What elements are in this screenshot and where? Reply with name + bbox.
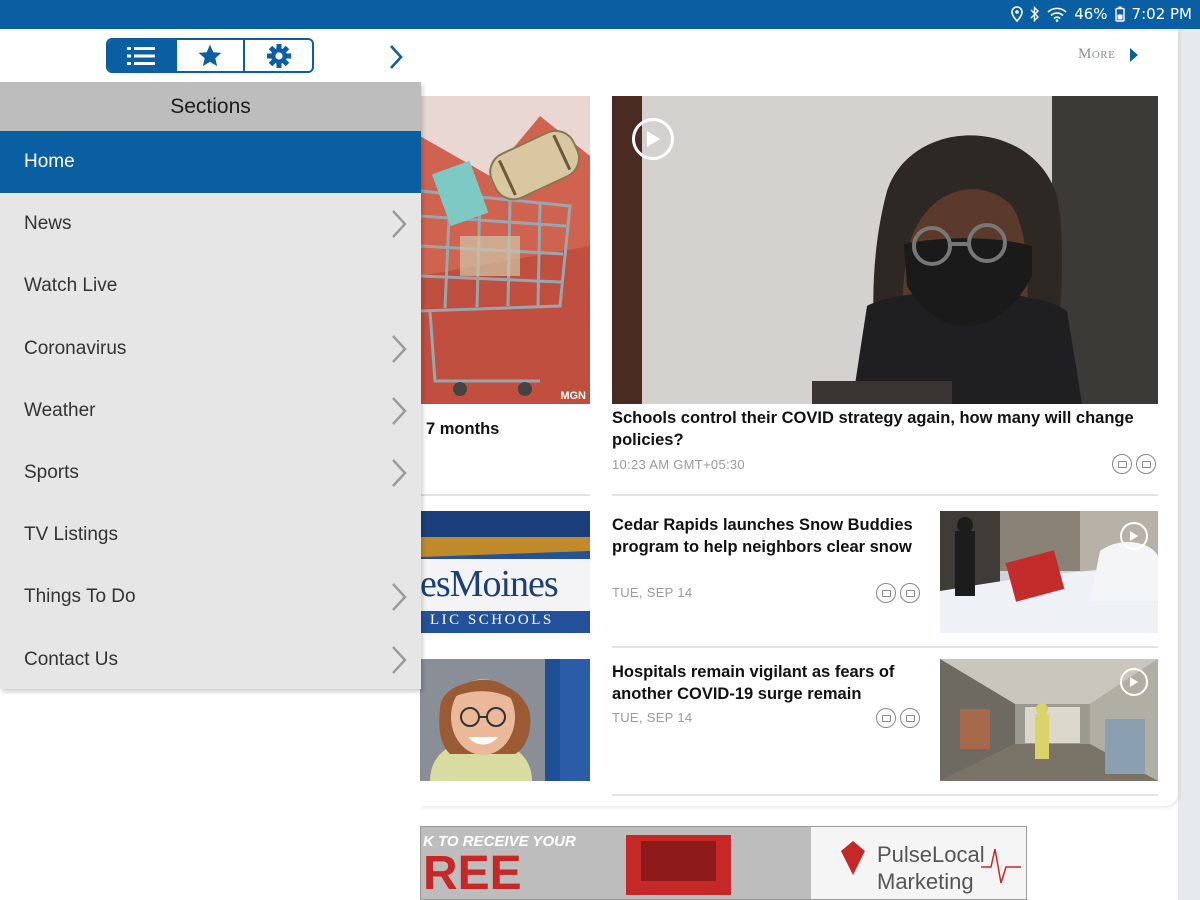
play-video-icon[interactable]: [1120, 522, 1148, 550]
logo-line-2: LIC SCHOOLS: [430, 612, 554, 628]
story-image-shopping-cart[interactable]: MGN: [420, 96, 590, 404]
list-icon: [127, 46, 156, 65]
sidebar-item-coronavirus[interactable]: Coronavirus: [0, 318, 421, 380]
ad-brand-line-2: Marketing: [877, 869, 974, 894]
more-button[interactable]: More: [1078, 46, 1139, 63]
divider: [612, 494, 1158, 496]
chevron-right-icon: [392, 210, 407, 239]
shopping-cart-illustration: [420, 96, 590, 404]
sidebar-item-label: Things To Do: [24, 586, 136, 608]
story-timestamp: TUE, SEP 14: [612, 585, 693, 600]
close-drawer-button[interactable]: [385, 42, 407, 72]
more-label: More: [1078, 46, 1116, 62]
chevron-right-icon: [392, 583, 407, 612]
sections-list-button[interactable]: [108, 40, 175, 71]
portrait-photo: [420, 659, 590, 781]
featured-story-timestamp: 10:23 AM GMT+05:30: [612, 457, 745, 472]
ad-big-word: REE: [423, 847, 522, 900]
gear-icon: [266, 43, 291, 68]
location-icon: [1011, 6, 1024, 22]
sections-drawer: Sections Home News Watch Live Coronaviru…: [0, 82, 421, 689]
star-icon: [198, 44, 222, 66]
sidebar-item-home[interactable]: Home: [0, 131, 421, 194]
sidebar-item-watch-live[interactable]: Watch Live: [0, 255, 421, 317]
story-badges: [876, 583, 920, 603]
ad-brand-line-1: PulseLocal: [877, 842, 985, 867]
sidebar-item-label: Sports: [24, 462, 79, 484]
photo-badge-icon: [1136, 454, 1156, 474]
sidebar-item-label: Watch Live: [24, 275, 118, 297]
chevron-right-icon: [392, 396, 407, 425]
play-video-icon[interactable]: [632, 118, 674, 160]
video-badge-icon: [1112, 454, 1132, 474]
sidebar-item-sports[interactable]: Sports: [0, 442, 421, 504]
divider: [612, 794, 1158, 796]
sidebar-item-contact-us[interactable]: Contact Us: [0, 629, 421, 691]
view-mode-segmented-control: [106, 38, 314, 73]
sidebar-item-news[interactable]: News: [0, 193, 421, 255]
sidebar-item-label: Home: [24, 151, 75, 173]
story-thumbnail-hospital[interactable]: [940, 659, 1158, 781]
story-title-snow-buddies[interactable]: Cedar Rapids launches Snow Buddies progr…: [612, 514, 922, 558]
logo-line-1: esMoines: [420, 563, 559, 605]
featured-story-badges: [1112, 454, 1156, 474]
story-title-hospitals[interactable]: Hospitals remain vigilant as fears of an…: [612, 661, 922, 705]
image-watermark: MGN: [560, 390, 586, 402]
clock: 7:02 PM: [1131, 5, 1192, 23]
battery-icon: [1114, 6, 1125, 22]
advertisement-banner[interactable]: K TO RECEIVE YOUR REE PulseLocal Marketi…: [420, 826, 1027, 900]
drawer-title: Sections: [0, 82, 421, 131]
battery-percent: 46%: [1074, 5, 1108, 23]
sidebar-item-label: Coronavirus: [24, 337, 127, 359]
status-indicators: 46% 7:02 PM: [1011, 5, 1192, 23]
play-video-icon[interactable]: [1120, 668, 1148, 696]
featured-photo: [612, 96, 1158, 404]
right-rail: [1178, 29, 1200, 900]
chevron-right-icon: [390, 45, 403, 69]
divider: [420, 494, 590, 496]
status-bar: 46% 7:02 PM: [0, 0, 1200, 29]
app-screen: 46% 7:02 PM More MGN 7 months Schools co…: [0, 0, 1200, 900]
featured-story-title[interactable]: Schools control their COVID strategy aga…: [612, 407, 1158, 451]
story-thumbnail-snow[interactable]: [940, 511, 1158, 633]
photo-badge-icon: [900, 583, 920, 603]
sidebar-item-label: Contact Us: [24, 648, 118, 670]
photo-badge-icon: [900, 708, 920, 728]
video-badge-icon: [876, 708, 896, 728]
triangle-right-icon: [1130, 47, 1139, 62]
story-image-des-moines-schools[interactable]: esMoines LIC SCHOOLS: [420, 511, 590, 633]
bluetooth-icon: [1030, 6, 1040, 22]
favorites-button[interactable]: [174, 40, 244, 71]
featured-story-image[interactable]: [612, 96, 1158, 404]
chevron-right-icon: [392, 459, 407, 487]
wifi-icon: [1047, 7, 1067, 22]
video-badge-icon: [876, 583, 896, 603]
settings-button[interactable]: [243, 40, 312, 71]
sidebar-item-tv-listings[interactable]: TV Listings: [0, 504, 421, 566]
divider: [612, 646, 1158, 648]
sidebar-item-label: News: [24, 213, 72, 235]
sidebar-item-label: Weather: [24, 399, 96, 421]
chevron-right-icon: [392, 334, 407, 363]
story-badges: [876, 708, 920, 728]
story-image-portrait[interactable]: [420, 659, 590, 781]
left-story-title[interactable]: 7 months: [426, 418, 586, 440]
sidebar-item-label: TV Listings: [24, 524, 118, 546]
story-timestamp: TUE, SEP 14: [612, 710, 693, 725]
sidebar-item-things-to-do[interactable]: Things To Do: [0, 566, 421, 628]
chevron-right-icon: [392, 645, 407, 674]
sidebar-item-weather[interactable]: Weather: [0, 380, 421, 442]
